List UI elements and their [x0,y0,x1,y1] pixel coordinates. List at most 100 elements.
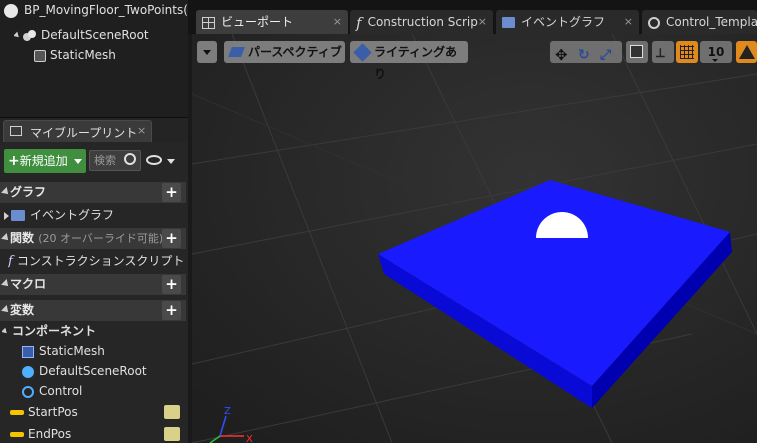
function-icon: f [356,13,362,32]
close-icon[interactable]: × [333,10,342,34]
chevron-down-icon [712,59,718,62]
components-tree: BP_MovingFloor_TwoPoints(s DefaultSceneR… [0,0,188,118]
vector-type-icon [10,432,24,437]
tab-label: Construction Scrip [367,15,478,29]
cube-icon [630,45,643,58]
add-function-button[interactable]: + [162,229,181,248]
editor-tab-bar: ビューポート × f Construction Scrip × イベントグラフ ×… [188,0,757,34]
section-label: 関数 [10,231,35,245]
book-icon [10,126,22,136]
scene-root-icon [22,365,34,378]
item-label: StartPos [28,405,78,419]
list-item-variable[interactable]: StartPos [10,402,188,422]
lighting-mode-button[interactable]: ライティングあり [350,41,468,81]
viewport-options-button[interactable] [197,41,217,63]
clock-icon [648,16,660,29]
item-label: StaticMesh [39,344,105,358]
tab-viewport[interactable]: ビューポート × [196,10,348,34]
axis-label-z: Z [224,406,231,417]
add-macro-button[interactable]: + [162,275,181,294]
tab-my-blueprint[interactable]: マイブループリント × [3,120,152,142]
plus-icon: + [165,229,178,247]
tree-label: DefaultSceneRoot [41,28,149,42]
perspective-label: パースペクティブ [248,45,342,59]
chevron-down-icon[interactable] [167,159,175,164]
eye-icon[interactable] [146,155,162,165]
blueprint-root-row[interactable]: BP_MovingFloor_TwoPoints(s [4,0,188,20]
static-mesh-icon [34,49,46,62]
blueprint-name: BP_MovingFloor_TwoPoints(s [24,3,188,17]
section-functions[interactable]: 関数 (20 オーバーライド可能) [0,228,186,249]
scale-icon[interactable]: ⤢ [600,44,611,66]
rotation-snap-toggle[interactable] [736,41,757,63]
section-label: コンポーネント [12,324,97,338]
chevron-down-icon [74,159,82,164]
section-label: グラフ [10,185,47,199]
section-sublabel: (20 オーバーライド可能) [38,232,164,245]
viewport-icon [202,16,215,29]
add-new-button[interactable]: +新規追加 [4,149,86,173]
list-item-event-graph[interactable]: イベントグラフ [4,205,182,225]
surface-snap-button[interactable]: ⟂ [652,41,674,63]
list-item-component[interactable]: StaticMesh [22,341,200,361]
scene-root-icon [23,29,37,42]
list-item-construction-script[interactable]: f コンストラクションスクリプト [8,251,186,271]
section-components[interactable]: コンポーネント [2,321,180,341]
static-mesh-icon [22,345,34,358]
tab-construction-script[interactable]: f Construction Scrip × [350,10,493,34]
section-macros[interactable]: マクロ [0,274,186,295]
plus-icon: + [165,275,178,293]
eye-icon[interactable] [164,405,180,419]
blueprint-sphere-icon [4,3,18,18]
expand-arrow-icon [14,31,21,40]
item-label: Control [39,384,83,398]
expand-arrow-icon [4,211,9,220]
timeline-icon [22,385,34,398]
search-placeholder: 検索 [94,154,116,167]
close-icon[interactable]: × [624,10,633,34]
tab-label: ビューポート [221,15,294,29]
tab-control-template[interactable]: Control_Templa [642,10,757,34]
eye-icon[interactable] [164,427,180,441]
list-item-component[interactable]: DefaultSceneRoot [22,361,200,381]
search-icon[interactable] [124,153,136,165]
warning-triangle-icon [739,45,755,59]
add-new-label: 新規追加 [19,154,68,168]
list-item-component[interactable]: Control [22,381,200,401]
perspective-icon [228,47,245,57]
chevron-down-icon [203,50,211,55]
add-graph-button[interactable]: + [162,183,181,202]
perspective-button[interactable]: パースペクティブ [224,41,345,63]
grid-snap-value[interactable]: 10 [700,41,732,63]
lit-sphere-icon [353,43,372,62]
rotate-icon[interactable]: ↻ [578,44,590,66]
transform-tools-group: ✥ ↻ ⤢ [550,41,622,66]
close-icon[interactable]: × [137,124,146,137]
tab-label: イベントグラフ [521,15,606,29]
section-label: 変数 [10,303,35,317]
grid-snap-toggle[interactable] [676,41,698,63]
grid-icon [680,45,694,59]
vector-type-icon [10,410,24,415]
event-graph-icon [502,17,515,28]
add-variable-button[interactable]: + [162,301,181,320]
translate-icon[interactable]: ✥ [555,44,568,66]
item-label: イベントグラフ [30,208,115,222]
item-label: DefaultSceneRoot [39,364,147,378]
section-label: マクロ [10,277,47,291]
tab-event-graph[interactable]: イベントグラフ × [496,10,639,34]
plus-icon: + [8,153,20,169]
event-graph-icon [11,210,25,221]
section-variables[interactable]: 変数 [0,300,186,321]
tree-item-default-scene-root[interactable]: DefaultSceneRoot [14,25,149,45]
list-item-variable[interactable]: EndPos [10,424,188,443]
tree-item-static-mesh[interactable]: StaticMesh [34,45,116,65]
tree-label: StaticMesh [50,48,116,62]
viewport-scene[interactable]: X Z [192,34,757,443]
function-icon: f [8,253,13,269]
viewport[interactable]: X Z パースペクティブ ライティングあり ✥ ↻ ⤢ ⟂ 10 [192,34,757,443]
close-icon[interactable]: × [478,10,487,34]
section-graphs[interactable]: グラフ [0,182,186,203]
item-label: EndPos [28,427,72,441]
world-local-button[interactable] [626,41,648,63]
